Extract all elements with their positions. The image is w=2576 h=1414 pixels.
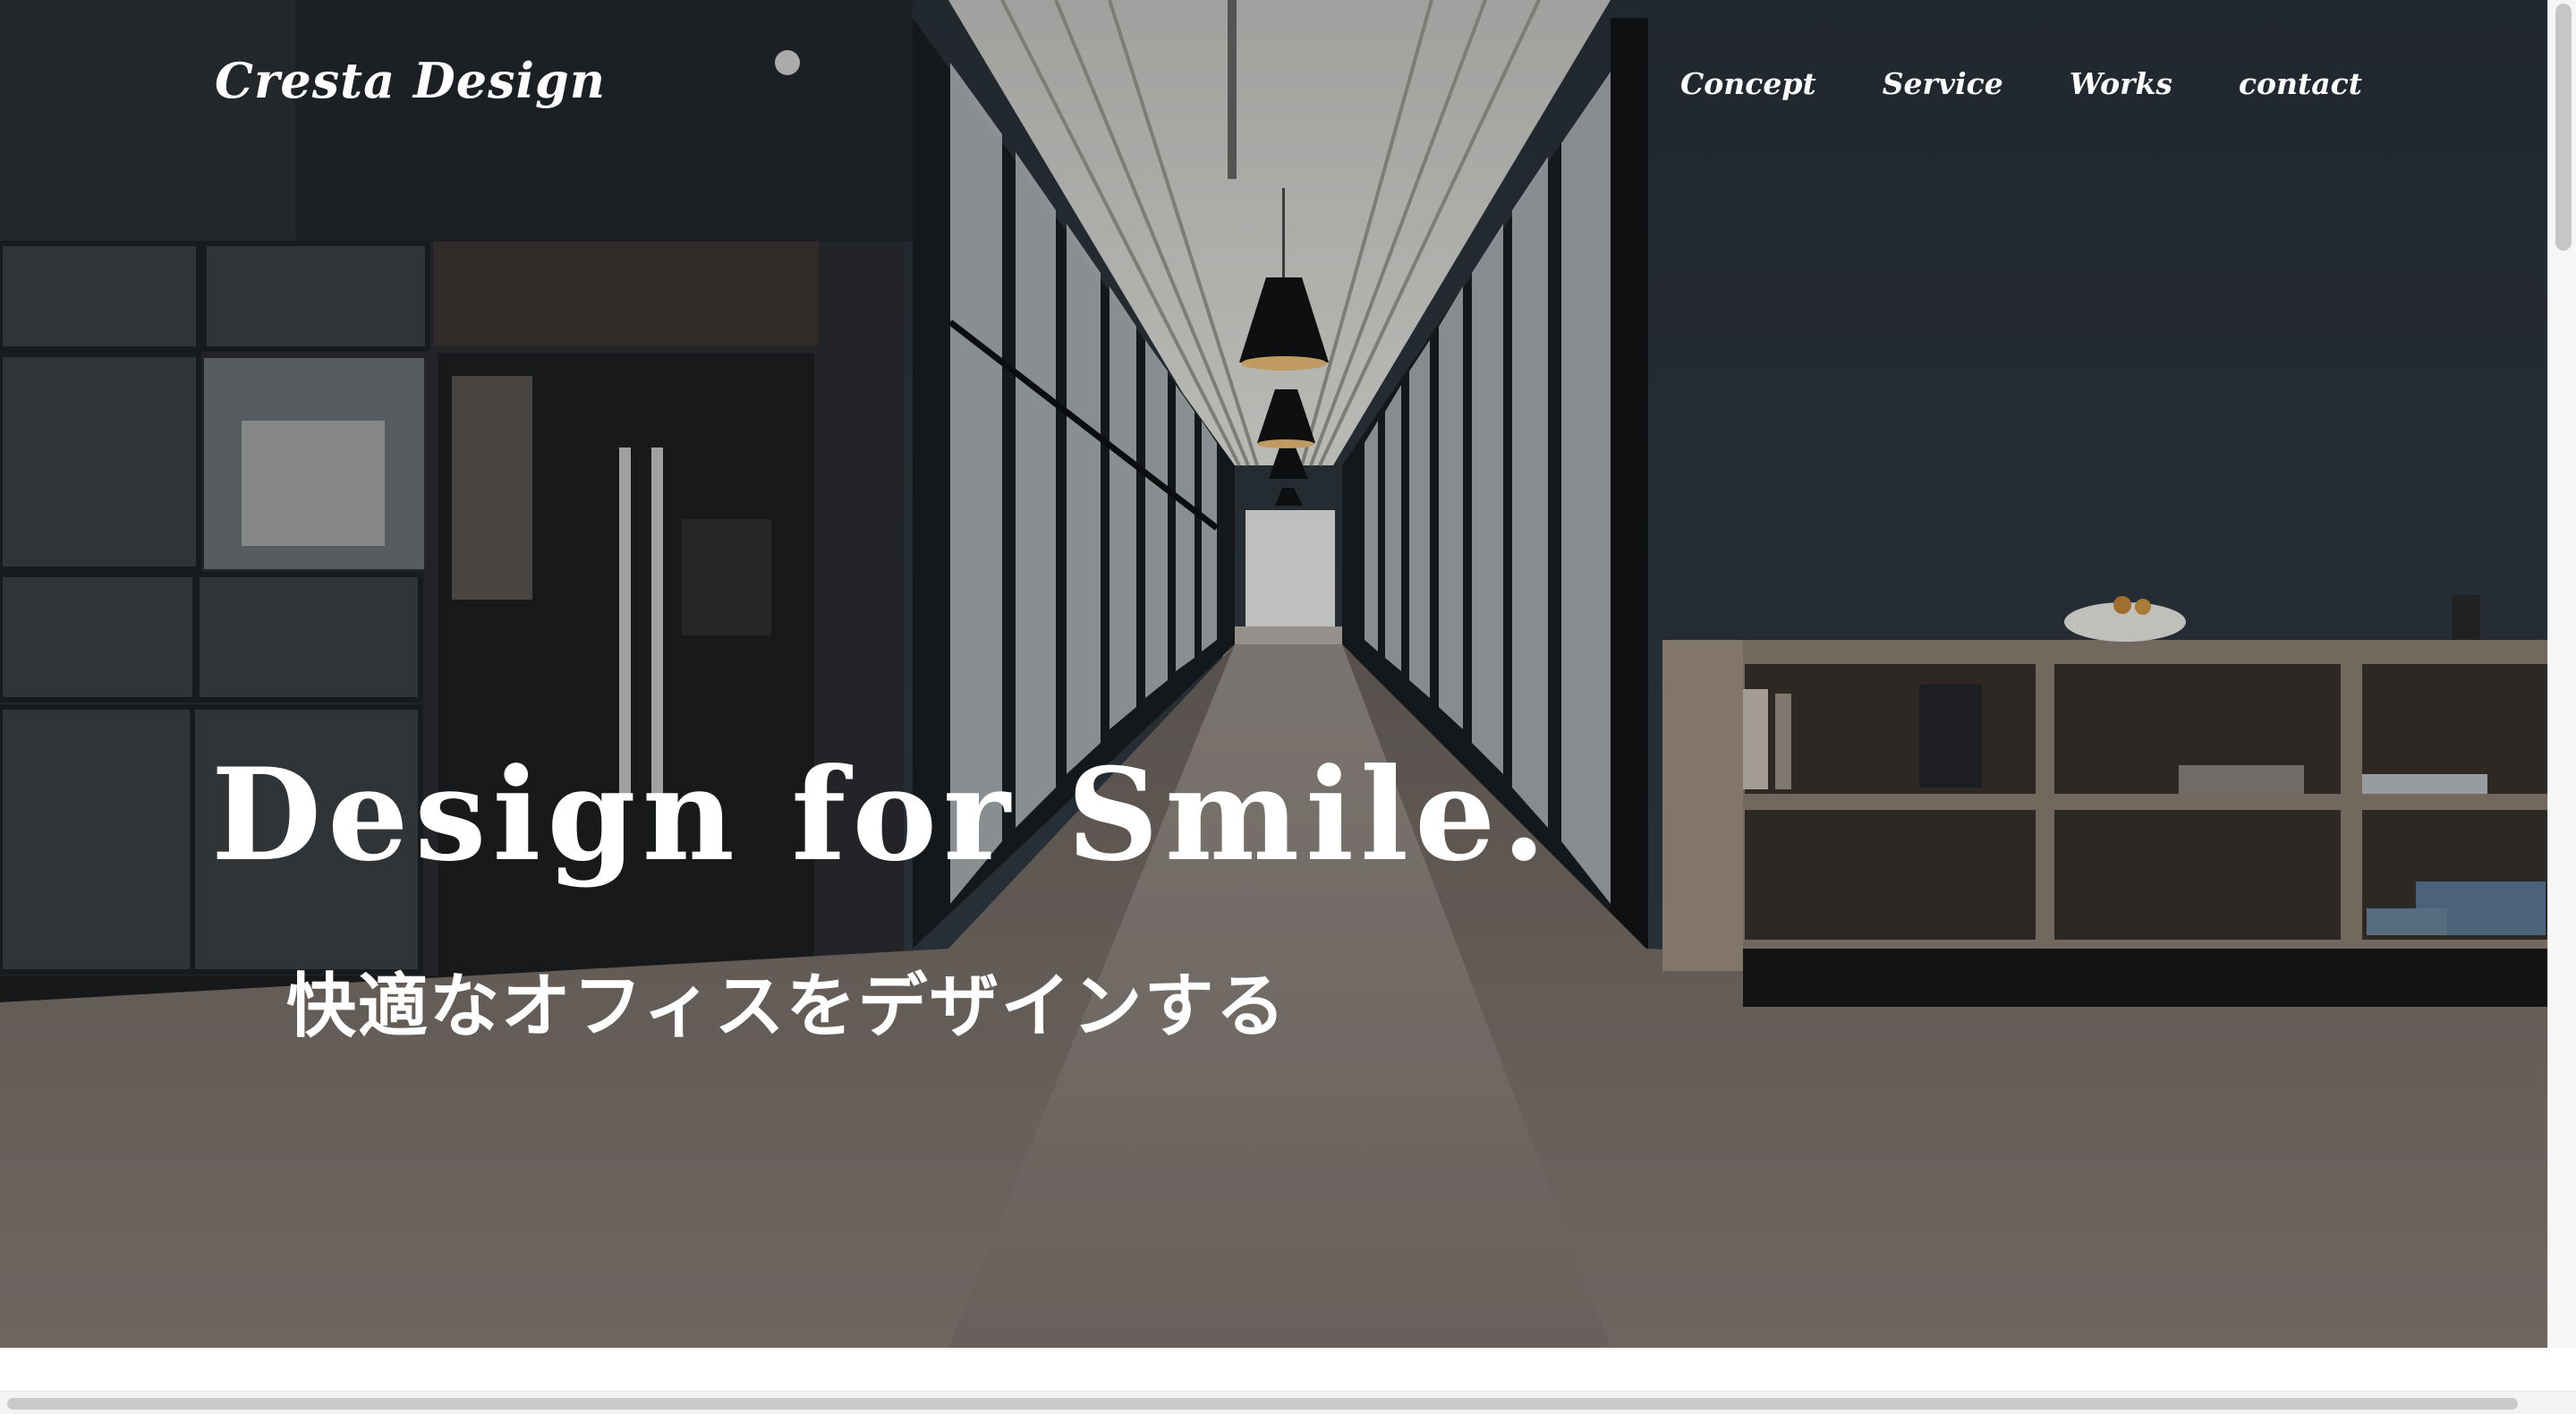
hero-headline: Design for Smile. bbox=[211, 741, 1552, 890]
hero-subheadline: 快適なオフィスをデザインする bbox=[286, 967, 1288, 1047]
horizontal-scrollbar-thumb[interactable] bbox=[7, 1398, 2518, 1410]
nav-link-works[interactable]: Works bbox=[2070, 66, 2172, 101]
hero-section: Cresta Design Concept Service Works cont… bbox=[0, 0, 2548, 1348]
vertical-scrollbar[interactable] bbox=[2547, 0, 2576, 1348]
browser-viewport: Cresta Design Concept Service Works cont… bbox=[0, 0, 2576, 1414]
below-fold-content bbox=[0, 1348, 2548, 1391]
horizontal-scrollbar[interactable] bbox=[0, 1391, 2576, 1414]
nav-link-service[interactable]: Service bbox=[1883, 66, 2003, 101]
vertical-scrollbar-thumb[interactable] bbox=[2555, 4, 2572, 251]
site-logo[interactable]: Cresta Design bbox=[215, 52, 606, 109]
office-corridor-photo bbox=[0, 0, 2548, 1348]
nav-link-concept[interactable]: Concept bbox=[1680, 66, 1816, 101]
main-navigation: Concept Service Works contact bbox=[1680, 66, 2362, 101]
nav-link-contact[interactable]: contact bbox=[2239, 66, 2362, 101]
